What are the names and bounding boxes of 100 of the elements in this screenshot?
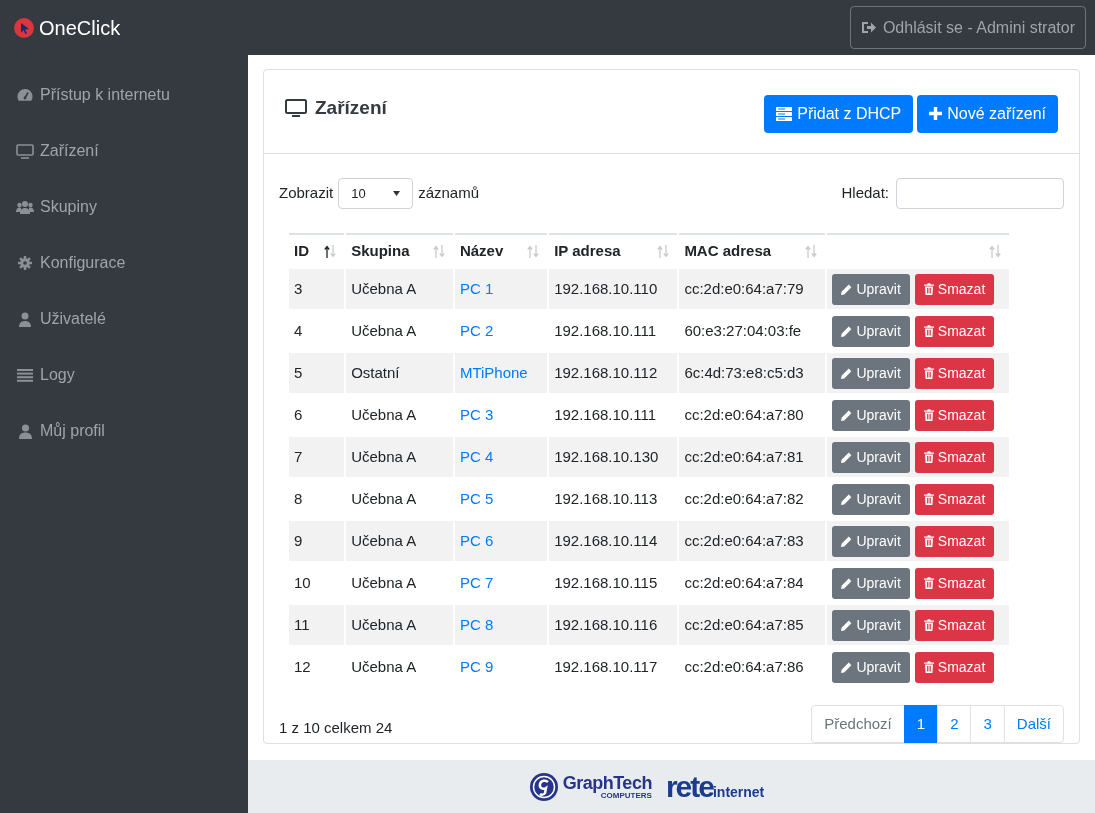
delete-button[interactable]: Smazat (914, 357, 995, 389)
action-button[interactable]: Přidat z DHCP (764, 94, 914, 133)
edit-button[interactable]: Upravit (832, 525, 910, 557)
delete-button[interactable]: Smazat (914, 567, 995, 599)
edit-button[interactable]: Upravit (832, 273, 910, 305)
trash-icon (923, 283, 934, 295)
table-cell: 192.168.10.112 (549, 353, 678, 393)
trash-icon (923, 619, 934, 631)
table-cell: 7 (289, 437, 345, 477)
delete-button[interactable]: Smazat (914, 315, 995, 347)
plus-icon (929, 107, 943, 120)
table-cell: Učebna A (346, 605, 453, 645)
column-header[interactable]: IP adresa (549, 233, 678, 267)
table-cell: Učebna A (346, 521, 453, 561)
device-link[interactable]: PC 3 (459, 405, 494, 423)
table-cell: cc:2d:e0:64:a7:81 (679, 437, 826, 477)
device-link[interactable]: PC 5 (459, 489, 494, 507)
pencil-icon (841, 493, 853, 505)
edit-button[interactable]: Upravit (832, 567, 910, 599)
sidebar-item[interactable]: Můj profil (0, 403, 109, 459)
trash-icon (923, 661, 934, 673)
logout-button[interactable]: Odhlásit se - Admini strator (849, 6, 1086, 49)
pencil-icon (841, 283, 853, 295)
edit-button[interactable]: Upravit (832, 315, 910, 347)
trash-icon (923, 493, 934, 505)
table-cell: Ostatní (346, 353, 453, 393)
user-icon (16, 423, 34, 439)
delete-button[interactable]: Smazat (914, 441, 995, 473)
table-cell: cc:2d:e0:64:a7:85 (679, 605, 826, 645)
device-link[interactable]: PC 1 (459, 279, 494, 297)
card-title: Zařízení (315, 95, 387, 120)
pencil-icon (841, 367, 853, 379)
search-field[interactable] (896, 178, 1064, 209)
next-button[interactable]: Další (1003, 705, 1064, 743)
trash-icon (923, 325, 934, 337)
delete-button[interactable]: Smazat (914, 525, 995, 557)
pencil-icon (841, 409, 853, 421)
table-cell: 192.168.10.116 (549, 605, 678, 645)
device-link[interactable]: PC 9 (459, 657, 494, 675)
sidebar-item[interactable]: Logy (0, 347, 79, 403)
sidebar-item[interactable]: Zařízení (0, 123, 103, 179)
logo-icon (528, 771, 559, 802)
delete-button[interactable]: Smazat (914, 399, 995, 431)
delete-button[interactable]: Smazat (914, 651, 995, 683)
device-link[interactable]: PC 6 (459, 531, 494, 549)
pencil-icon (841, 577, 853, 589)
gear-icon (16, 256, 34, 270)
delete-button[interactable]: Smazat (914, 273, 995, 305)
device-link[interactable]: PC 7 (459, 573, 494, 591)
column-header[interactable]: MAC adresa (679, 233, 826, 267)
delete-button[interactable]: Smazat (914, 483, 995, 515)
monitor-icon (285, 99, 307, 117)
table-cell: 5 (289, 353, 345, 393)
table-cell: 192.168.10.114 (549, 521, 678, 561)
edit-button[interactable]: Upravit (832, 441, 910, 473)
sign-out-icon (860, 21, 877, 34)
table-cell: 192.168.10.130 (549, 437, 678, 477)
monitor-icon (16, 143, 34, 159)
previous-button[interactable]: Předchozí (811, 705, 905, 743)
delete-button[interactable]: Smazat (914, 609, 995, 641)
table-cell: 192.168.10.110 (549, 269, 678, 309)
pencil-icon (841, 661, 853, 673)
trash-icon (923, 535, 934, 547)
page-length-select[interactable]: 10 (338, 178, 414, 209)
edit-button[interactable]: Upravit (832, 609, 910, 641)
edit-button[interactable]: Upravit (832, 483, 910, 515)
table-cell: Učebna A (346, 437, 453, 477)
table-cell: 6c:4d:73:e8:c5:d3 (679, 353, 826, 393)
table-cell: cc:2d:e0:64:a7:79 (679, 269, 826, 309)
column-header[interactable]: Název (454, 233, 548, 267)
sidebar-item[interactable]: Přístup k internetu (0, 67, 174, 123)
sidebar-item[interactable]: Skupiny (0, 179, 101, 235)
column-header[interactable]: ID (289, 233, 345, 267)
device-link[interactable]: PC 2 (459, 321, 494, 339)
pencil-icon (841, 451, 853, 463)
edit-button[interactable]: Upravit (832, 399, 910, 431)
pencil-icon (841, 325, 853, 337)
action-button[interactable]: Nové zařízení (917, 94, 1058, 133)
list-icon (16, 368, 34, 382)
search-label: Hledat: (841, 183, 889, 204)
edit-button[interactable]: Upravit (832, 357, 910, 389)
table-cell: 9 (289, 521, 345, 561)
device-link[interactable]: PC 4 (459, 447, 494, 465)
length-label: Zobrazit (279, 183, 334, 204)
table-cell: cc:2d:e0:64:a7:83 (679, 521, 826, 561)
logo-icon (14, 17, 34, 38)
table-cell: 11 (289, 605, 345, 645)
gauge-icon (16, 88, 34, 102)
column-header[interactable]: Skupina (346, 233, 453, 267)
sidebar-item[interactable]: Uživatelé (0, 291, 110, 347)
edit-button[interactable]: Upravit (832, 651, 910, 683)
page-button[interactable]: 3 (970, 705, 1005, 743)
logo-text: GraphTech COMPUTERS (562, 773, 652, 800)
pencil-icon (841, 619, 853, 631)
device-link[interactable]: PC 8 (459, 615, 494, 633)
user-icon (16, 311, 34, 327)
users-icon (16, 200, 34, 214)
page-button[interactable]: 2 (937, 705, 972, 743)
table-cell: 3 (289, 269, 345, 309)
sidebar-item[interactable]: Konfigurace (0, 235, 130, 291)
